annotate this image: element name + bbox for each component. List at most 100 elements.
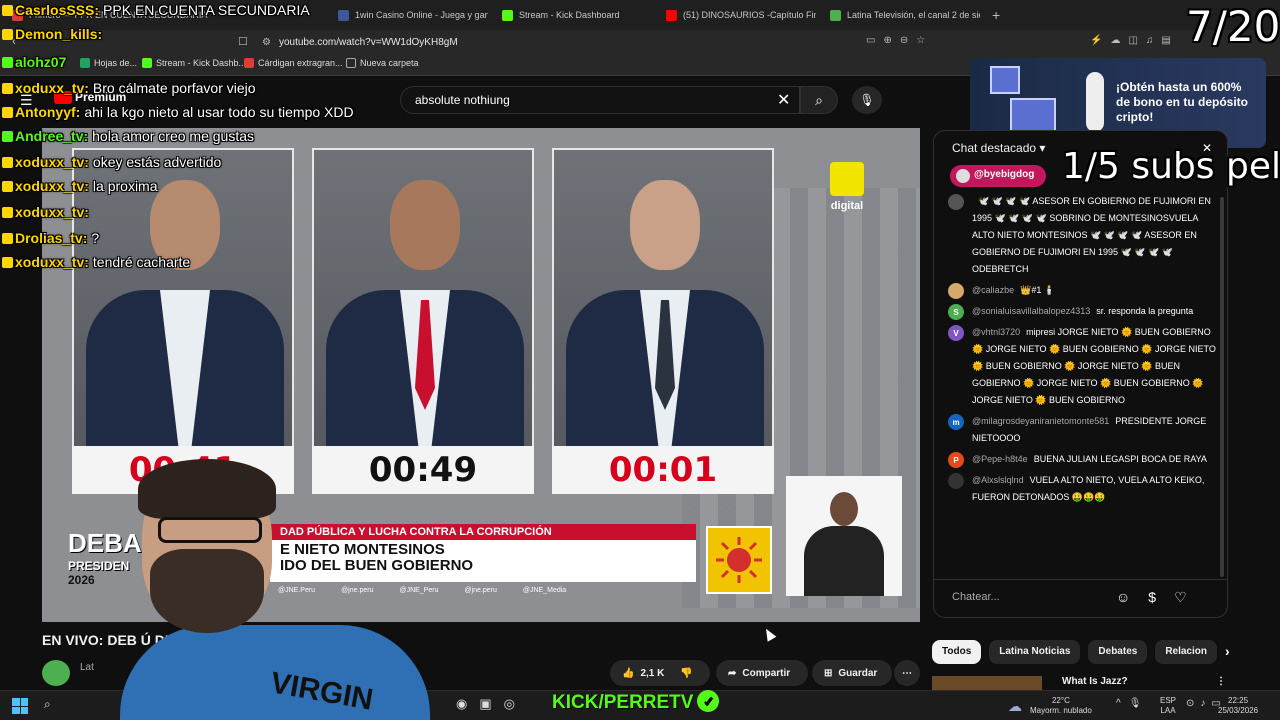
stream-chat-user: Andree_tv:	[15, 128, 89, 144]
pinned-user-chip[interactable]: @byebigdog	[950, 165, 1047, 187]
next-video-title: What Is Jazz?	[1062, 676, 1128, 687]
clock-time: 22:25	[1228, 696, 1249, 705]
channel-avatar[interactable]	[42, 660, 70, 686]
social-youtube: @JNE_Media	[522, 586, 567, 594]
chat-message: m @milagrosdeyaniranietomonte581 PRESIDENT…	[948, 413, 1220, 447]
timer-3: 00:01	[552, 446, 774, 494]
chat-avatar[interactable]	[948, 283, 964, 299]
ad-icon-rail	[1086, 72, 1104, 132]
more-vert-icon[interactable]: ⋮	[1216, 676, 1226, 687]
sun-icon	[716, 537, 762, 583]
webcam-hair	[138, 459, 276, 519]
plus-icon: +	[992, 7, 1001, 23]
related-filter-chips: Todos Latina Noticias Debates Relacion ›	[932, 640, 1230, 664]
search-value: absolute nothiung	[415, 93, 510, 107]
party-sun-logo	[706, 526, 772, 594]
broadcaster-logo-text: digital	[830, 200, 864, 212]
chat-avatar[interactable]: V	[948, 325, 964, 341]
browser-tab[interactable]: Latina Televisión, el canal 2 de siemp	[830, 5, 980, 25]
tray-icons[interactable]: ^🎙	[1116, 698, 1149, 709]
search-button[interactable]: ⌕	[800, 86, 838, 114]
stream-chat-line: xoduxx_tv: okey estás advertido	[2, 154, 221, 170]
more-actions-button[interactable]: ⋯	[894, 660, 920, 686]
chat-scrollbar[interactable]	[1220, 197, 1224, 577]
chat-message: @caliazbe 👑#1 🕯️	[948, 282, 1220, 299]
stream-chat-line: xoduxx_tv: Bro cálmate porfavor viejo	[2, 80, 256, 96]
chat-avatar[interactable]	[948, 473, 964, 489]
stream-chat-user: Antonyyf:	[15, 104, 81, 120]
chat-message: S @sonialuisavillalbalopez4313 sr. respond…	[948, 303, 1220, 320]
chat-text: 👑#1 🕯️	[1020, 285, 1056, 295]
clock[interactable]: 22:25 25/03/2026	[1218, 696, 1258, 716]
verified-check-icon: ✓	[697, 690, 720, 712]
chat-avatar[interactable]	[948, 194, 964, 210]
share-icon: ➦	[728, 667, 737, 679]
lang-code: ESP	[1160, 696, 1177, 705]
chat-badge-icon	[2, 83, 13, 94]
stream-chat-user: Demon_kills:	[15, 26, 103, 42]
address-toolbar-icons[interactable]: ▭⊕⊖☆	[866, 35, 933, 46]
subs-goal-text: 1/5 subs peli	[1062, 146, 1280, 187]
chat-avatar[interactable]: m	[948, 414, 964, 430]
windows-start-icon[interactable]	[12, 698, 28, 714]
chat-action-icons[interactable]: ☺$♡	[1116, 589, 1205, 606]
chat-message-body: @Alxslslqlnd VUELA ALTO NIETO, VUELA ALTO…	[972, 472, 1220, 506]
chat-input[interactable]: Chatear...	[952, 591, 1000, 603]
chat-author[interactable]: @sonialuisavillalbalopez4313	[972, 306, 1090, 316]
browser-tab[interactable]: (51) DINOSAURIOS -Capítulo Final- F	[666, 5, 816, 25]
chat-badge-icon	[2, 107, 13, 118]
chat-avatar[interactable]: P	[948, 452, 964, 468]
chip-todos[interactable]: Todos	[932, 640, 982, 664]
chat-message-body: @sonialuisavillalbalopez4313 sr. responda…	[972, 303, 1193, 320]
chat-text: sr. responda la pregunta	[1096, 306, 1194, 316]
chat-author[interactable]: @Alxslslqlnd	[972, 475, 1024, 485]
search-icon[interactable]: ⌕	[44, 697, 51, 712]
tab-label: (51) DINOSAURIOS -Capítulo Final- F	[683, 10, 816, 20]
stream-chat-text: PPK EN CUENTA SECUNDARIA	[103, 2, 310, 18]
mic-icon: 🎙	[859, 93, 875, 107]
clear-search-icon[interactable]: ✕	[777, 90, 790, 110]
voice-search-button[interactable]: 🎙	[852, 86, 882, 114]
chat-text: BUENA JULIAN LEGASPI BOCA DE RAYA	[1033, 454, 1207, 464]
channel-name[interactable]: Lat	[80, 662, 94, 673]
tab-favicon	[502, 9, 513, 21]
chat-badge-icon	[2, 131, 13, 142]
stream-chat-user: CasrlosSSS:	[15, 2, 100, 18]
stream-chat-line: Demon_kills:	[2, 26, 106, 42]
new-tab-button[interactable]: +	[992, 5, 1006, 25]
chat-author[interactable]: @caliazbe	[972, 285, 1014, 295]
next-video[interactable]: What Is Jazz? ⋮	[932, 676, 1227, 690]
chevron-right-icon[interactable]: ›	[1225, 640, 1230, 664]
save-button[interactable]: ⊞ Guardar	[812, 660, 892, 686]
chat-author[interactable]: @milagrosdeyaniranietomonte581	[972, 416, 1109, 426]
streamer-webcam: VIRGIN	[120, 455, 450, 720]
share-button[interactable]: ➦ Compartir	[716, 660, 808, 686]
chat-text: 🕊️ 🕊️ 🕊️ 🕊️ ASESOR EN GOBIERNO DE FUJIMO…	[972, 196, 1211, 274]
stream-chat-overlay: CasrlosSSS: PPK EN CUENTA SECUNDARIA Demon…	[0, 0, 420, 290]
chat-author[interactable]: @Pepe-h8t4e	[972, 454, 1028, 464]
tab-label: Latina Televisión, el canal 2 de siemp	[847, 10, 980, 20]
chat-message: @Alxslslqlnd VUELA ALTO NIETO, VUELA ALTO…	[948, 472, 1220, 506]
chat-badge-icon	[2, 29, 13, 40]
taskbar-app-icons[interactable]: ◉▣◎	[456, 696, 527, 712]
chat-badge-icon	[2, 207, 13, 218]
chip-latina-noticias[interactable]: Latina Noticias	[989, 640, 1081, 664]
chat-header[interactable]: Chat destacado ▾	[952, 141, 1045, 155]
language-indicator[interactable]: ESP LAA	[1160, 696, 1176, 716]
stream-chat-text: okey estás advertido	[92, 154, 222, 170]
chat-author[interactable]: @vhtnl3720	[972, 327, 1020, 337]
browser-tab[interactable]: Stream - Kick Dashboard	[502, 5, 652, 25]
stream-chat-line: Andree_tv: hola amor creo me gustas	[2, 128, 254, 144]
like-dislike-button[interactable]: 👍 2,1 K 👎	[610, 660, 710, 686]
stream-chat-user: xoduxx_tv:	[15, 178, 89, 194]
next-video-thumbnail	[932, 676, 1042, 690]
weather-widget[interactable]: 22°C Mayorm. nublado	[1030, 696, 1092, 716]
extensions-icons[interactable]: ⚡☁◫♫▤	[1090, 35, 1179, 46]
interpreter-head	[830, 492, 858, 526]
chip-debates[interactable]: Debates	[1088, 640, 1148, 664]
webcam-beard	[150, 549, 264, 633]
chip-relacion[interactable]: Relacion	[1155, 640, 1217, 664]
search-input[interactable]: absolute nothiung ✕	[400, 86, 800, 114]
webcam-glasses	[158, 517, 262, 543]
chat-avatar[interactable]: S	[948, 304, 964, 320]
